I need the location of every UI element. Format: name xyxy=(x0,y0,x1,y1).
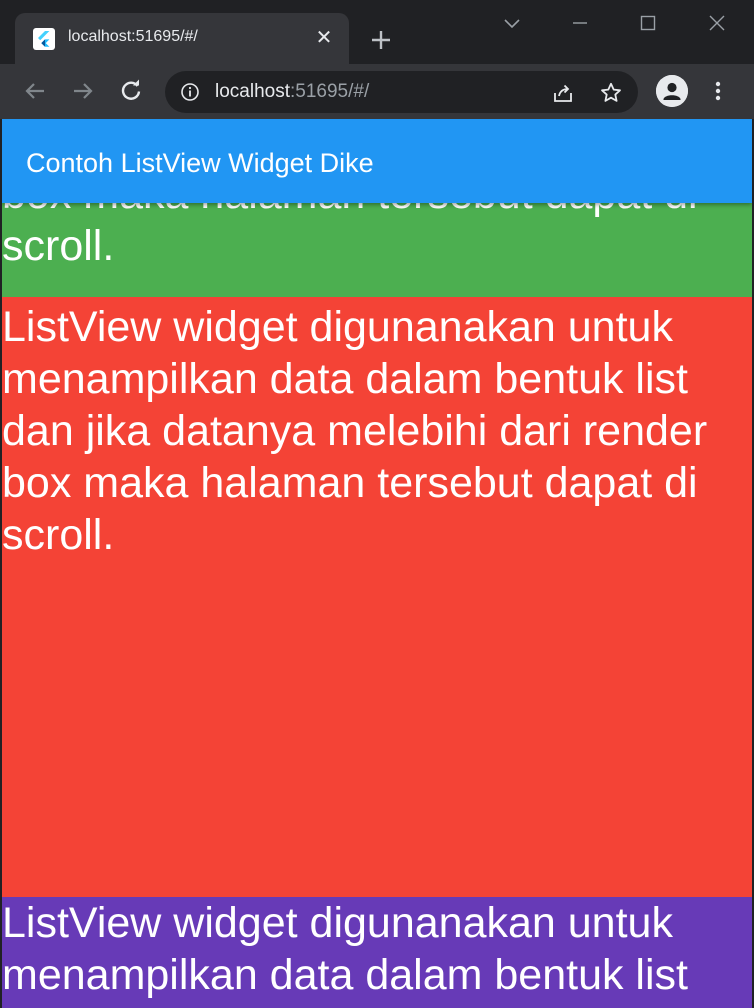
site-info-icon[interactable] xyxy=(180,82,200,102)
tab-title: localhost:51695/#/ xyxy=(68,28,198,45)
browser-tab[interactable]: localhost:51695/#/ ✕ xyxy=(15,13,349,65)
close-window-icon[interactable] xyxy=(702,8,732,38)
share-icon[interactable] xyxy=(551,81,575,105)
list-item-text: ListView widget digunanakan untuk menamp… xyxy=(2,899,688,999)
minimize-window-icon[interactable] xyxy=(565,8,595,38)
app-bar: Contoh ListView Widget Dike xyxy=(2,119,752,203)
forward-arrow-icon[interactable] xyxy=(68,76,98,106)
app-viewport: Contoh ListView Widget Dike ListView wid… xyxy=(2,119,752,1008)
close-tab-icon[interactable]: ✕ xyxy=(312,26,336,50)
list-item-text: ListView widget digunanakan untuk menamp… xyxy=(2,303,708,559)
reload-icon[interactable] xyxy=(116,76,146,106)
maximize-window-icon[interactable] xyxy=(633,8,663,38)
browser-toolbar: localhost:51695/#/ xyxy=(0,64,754,119)
url-host: localhost xyxy=(215,81,290,102)
list-item: ListView widget digunanakan untuk menamp… xyxy=(2,203,752,297)
list-item: ListView widget digunanakan untuk menamp… xyxy=(2,897,752,1008)
url-text[interactable]: localhost:51695/#/ xyxy=(215,81,369,103)
list-item: ListView widget digunanakan untuk menamp… xyxy=(2,297,752,897)
new-tab-plus-icon[interactable] xyxy=(366,25,396,55)
back-arrow-icon[interactable] xyxy=(20,76,50,106)
address-bar[interactable]: localhost:51695/#/ xyxy=(165,71,638,113)
flutter-favicon-icon xyxy=(33,28,55,50)
browser-menu-icon[interactable] xyxy=(708,76,728,106)
url-port-path: :51695/#/ xyxy=(290,81,370,102)
app-bar-title: Contoh ListView Widget Dike xyxy=(26,148,374,178)
bookmark-star-icon[interactable] xyxy=(599,81,623,105)
tab-strip: localhost:51695/#/ ✕ xyxy=(0,0,754,65)
tab-search-chevron-icon[interactable] xyxy=(497,8,527,38)
list-item-text: ListView widget digunanakan untuk menamp… xyxy=(2,203,698,270)
profile-avatar-icon[interactable] xyxy=(656,75,688,107)
